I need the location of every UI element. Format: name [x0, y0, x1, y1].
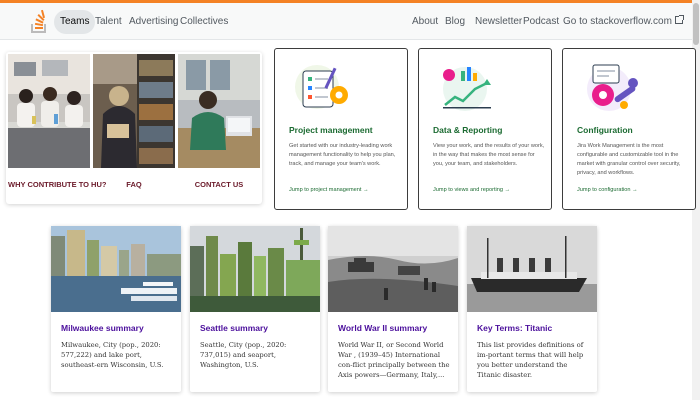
tile-contact-us[interactable]: CONTACT US — [178, 54, 260, 202]
library-photo — [93, 54, 175, 168]
nav-blog[interactable]: Blog — [439, 10, 471, 34]
product-description: Jira Work Management is the most configu… — [577, 143, 681, 176]
seattle-photo — [190, 226, 320, 312]
product-card-project-management: Project management Get started with our … — [274, 48, 408, 210]
product-description: View your work, and the results of your … — [433, 143, 545, 167]
product-title: Configuration — [577, 125, 633, 135]
top-navigation: Teams Talent Advertising Collectives Abo… — [0, 0, 700, 40]
world-war-ii-photo — [328, 226, 458, 312]
settings-wrench-icon — [587, 64, 638, 111]
lab-photo — [8, 54, 90, 168]
nav-collectives[interactable]: Collectives — [174, 10, 234, 34]
product-description: Get started with our industry-leading wo… — [289, 143, 396, 167]
product-link[interactable]: Jump to project management → — [289, 187, 369, 193]
article-description: Seattle, City (pop., 2020: 737,015) and … — [200, 341, 287, 369]
article-card-world-war-ii[interactable]: World War II summary World War II, or Se… — [328, 226, 458, 392]
product-title: Project management — [289, 125, 373, 135]
article-description: Milwaukee, City (pop., 2020: 577,222) an… — [61, 341, 164, 369]
tile-why-contribute[interactable]: WHY CONTRIBUTE TO HU? — [8, 54, 107, 202]
article-title: Seattle summary — [200, 323, 269, 333]
external-link-label: Go to stackoverflow.com — [563, 16, 672, 27]
article-card-titanic[interactable]: Key Terms: Titanic This list provides de… — [467, 226, 597, 392]
task-list-gear-icon — [295, 65, 348, 109]
article-card-milwaukee[interactable]: Milwaukee summary Milwaukee, City (pop.,… — [51, 226, 181, 392]
article-description: This list provides definitions of im-por… — [477, 341, 584, 379]
student-photo — [178, 54, 260, 168]
product-link[interactable]: Jump to views and reporting → — [433, 187, 510, 193]
tile-label: WHY CONTRIBUTE TO HU? — [8, 180, 107, 189]
article-title: Key Terms: Titanic — [477, 323, 553, 333]
article-card-seattle[interactable]: Seattle summary Seattle, City (pop., 202… — [190, 226, 320, 392]
stackoverflow-logo-icon[interactable] — [30, 8, 48, 34]
nav-go-to-stackoverflow[interactable]: Go to stackoverflow.com — [557, 10, 689, 34]
article-title: Milwaukee summary — [61, 323, 144, 333]
scrollbar-thumb[interactable] — [693, 3, 699, 45]
article-title: World War II summary — [338, 323, 428, 333]
titanic-photo — [467, 226, 597, 312]
photo-tiles-panel: WHY CONTRIBUTE TO HU? FAQ CONTACT US — [6, 52, 262, 204]
tile-label: CONTACT US — [194, 180, 244, 189]
tile-faq[interactable]: FAQ — [93, 54, 175, 202]
tile-label: FAQ — [126, 180, 142, 189]
article-description: World War II, or Second World War , (193… — [338, 341, 450, 379]
milwaukee-photo — [51, 226, 181, 312]
product-card-configuration: Configuration Jira Work Management is th… — [562, 48, 696, 210]
nav-talent[interactable]: Talent — [89, 10, 128, 34]
product-card-data-reporting: Data & Reporting View your work, and the… — [418, 48, 552, 210]
product-title: Data & Reporting — [433, 125, 503, 135]
external-link-icon — [674, 15, 684, 24]
chart-growth-icon — [443, 67, 491, 111]
product-link[interactable]: Jump to configuration → — [577, 187, 638, 193]
